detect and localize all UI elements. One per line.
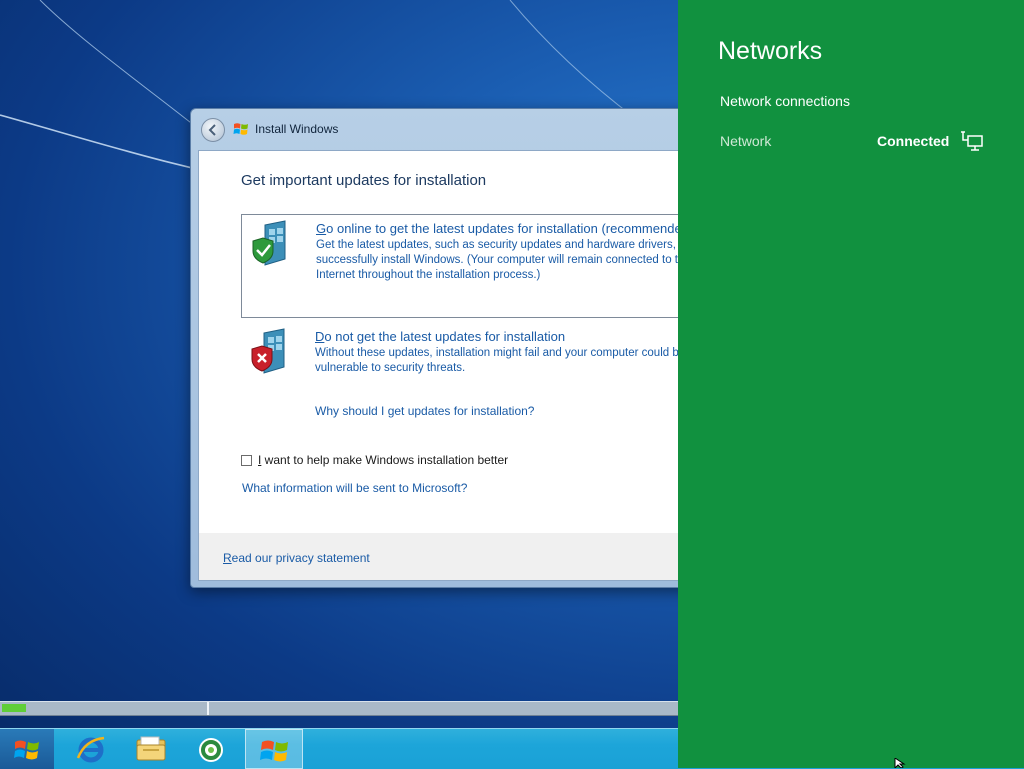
description-line: Internet throughout the installation pro… <box>316 269 541 281</box>
networks-title: Networks <box>718 37 823 65</box>
shield-check-icon <box>252 220 286 266</box>
progress-stage-divider <box>207 702 209 715</box>
windows-setup-icon <box>260 740 288 762</box>
page-heading: Get important updates for installation <box>241 172 487 189</box>
description-line: Without these updates, installation migh… <box>315 347 715 359</box>
why-updates-link[interactable]: Why should I get updates for installatio… <box>315 404 534 418</box>
back-arrow-icon <box>208 124 216 136</box>
privacy-link-text: ead our privacy statement <box>231 551 370 565</box>
option-skip-updates-title[interactable]: Do not get the latest updates for instal… <box>315 329 565 344</box>
shield-x-icon <box>251 328 285 374</box>
taskbar-internet-explorer[interactable] <box>62 729 120 769</box>
dialog-title: Install Windows <box>255 122 339 136</box>
dialog-footer: Read our privacy statement <box>198 533 711 581</box>
network-connections-heading: Network connections <box>720 93 850 109</box>
checkbox-label-text: want to help make Windows installation b… <box>261 453 509 467</box>
start-button[interactable] <box>0 729 54 769</box>
media-center-icon <box>199 738 223 762</box>
install-windows-dialog: Install Windows Get important updates fo… <box>190 108 715 588</box>
option-get-updates-title[interactable]: Go online to get the latest updates for … <box>316 221 693 236</box>
taskbar-file-explorer[interactable] <box>122 729 180 769</box>
description-line: successfully install Windows. (Your comp… <box>316 254 691 266</box>
accelerator-key: R <box>223 551 232 565</box>
option-get-updates-description: Get the latest updates, such as security… <box>316 238 714 283</box>
networks-panel: Networks Network connections Network Con… <box>678 0 1024 768</box>
wired-network-icon <box>961 131 983 151</box>
start-orb-icon <box>14 740 39 760</box>
dialog-titlebar: Install Windows <box>191 109 711 149</box>
network-status: Connected <box>877 133 950 149</box>
dialog-content: Get important updates for installation G… <box>198 150 715 534</box>
option-title-text: o online to get the latest updates for i… <box>326 221 694 236</box>
help-improve-checkbox[interactable] <box>241 455 252 466</box>
option-skip-updates-description: Without these updates, installation migh… <box>315 346 715 376</box>
taskbar-media-center[interactable] <box>182 729 240 769</box>
accelerator-key: G <box>316 221 327 236</box>
back-button[interactable] <box>201 118 225 142</box>
network-name: Network <box>720 133 772 149</box>
mouse-pointer-icon <box>894 758 906 768</box>
option-skip-updates[interactable]: Do not get the latest updates for instal… <box>241 323 715 387</box>
description-line: Get the latest updates, such as security… <box>316 239 714 251</box>
accelerator-key: D <box>315 329 325 344</box>
internet-explorer-icon <box>76 736 105 763</box>
setup-progress-fill <box>2 704 26 712</box>
information-sent-link[interactable]: What information will be sent to Microso… <box>242 481 467 495</box>
option-title-text: o not get the latest updates for install… <box>324 329 566 344</box>
network-item[interactable]: Network Connected <box>720 130 990 154</box>
option-get-updates[interactable]: Go online to get the latest updates for … <box>241 214 714 318</box>
privacy-statement-link[interactable]: Read our privacy statement <box>223 551 370 565</box>
windows-logo-icon <box>233 123 248 135</box>
taskbar-windows-setup[interactable] <box>245 729 303 769</box>
description-line: vulnerable to security threats. <box>315 362 466 374</box>
help-improve-label[interactable]: I want to help make Windows installation… <box>258 453 508 467</box>
file-explorer-icon <box>136 736 166 761</box>
setup-progress-bar <box>0 701 680 716</box>
